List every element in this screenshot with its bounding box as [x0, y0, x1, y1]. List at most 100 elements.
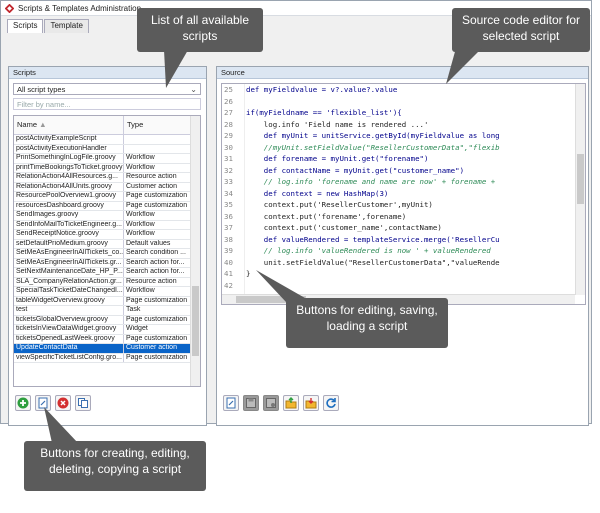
add-icon [17, 397, 29, 409]
window-title: Scripts & Templates Administration [18, 3, 142, 13]
name-filter-input[interactable]: Filter by name... [13, 98, 201, 110]
table-row[interactable]: SendInfoMailToTicketEngineer.g... Workflo… [14, 220, 200, 230]
table-row[interactable]: postActivityExecutionHandler [14, 144, 200, 154]
scripts-scrollbar-thumb[interactable] [192, 286, 199, 356]
table-row[interactable]: RelationAction4AllUnits.groovy Customer a… [14, 182, 200, 192]
script-type-cell: Workflow [126, 154, 155, 161]
table-row[interactable]: SetNextMaintenanceDate_HP_P... Search act… [14, 268, 200, 278]
script-name-cell: SLA_CompanyRelationAction.gr... [14, 277, 124, 286]
scripts-table-header: Name ▲ Type [14, 116, 200, 135]
code-line: def context = new HashMap(3) [246, 188, 389, 198]
script-name-cell: RelationAction4AllResources.g... [14, 173, 124, 182]
table-row[interactable]: SendReceiptNotice.groovy Workflow [14, 230, 200, 240]
line-number: 30 [224, 142, 233, 152]
script-name-cell: ticketsOpenedLastWeek.groovy [14, 334, 124, 343]
line-number: 40 [224, 257, 233, 267]
column-header-type[interactable]: Type [124, 116, 192, 134]
script-type-cell: Workflow [126, 230, 155, 237]
script-name-cell: viewSpecificTicketListConfig.gro... [14, 353, 124, 362]
line-number: 26 [224, 96, 233, 106]
table-row[interactable]: setDefaultPrioMedium.groovy Default value… [14, 239, 200, 249]
save-as-button[interactable] [263, 395, 279, 411]
table-row[interactable]: printTimeBookingsToTicket.groovy Workflow [14, 163, 200, 173]
script-name-cell: PrintSomethingInLogFile.groovy [14, 154, 124, 163]
code-line: def myFieldvalue = v?.value?.value [246, 85, 398, 94]
table-row[interactable]: UpdateContactData Customer action [14, 344, 200, 354]
chevron-down-icon: ⌄ [190, 85, 197, 94]
line-number: 36 [224, 211, 233, 221]
callout-script-list-pointer [164, 50, 188, 88]
table-row[interactable]: test Task [14, 306, 200, 316]
line-number: 32 [224, 165, 233, 175]
callout-editor-buttons-pointer [256, 270, 312, 302]
script-name-cell: ResourcePoolOverview1.groovy [14, 192, 124, 201]
script-name-cell: setDefaultPrioMedium.groovy [14, 239, 124, 248]
script-type-cell: Resource action [126, 277, 177, 285]
callout-script-list: List of all available scripts [137, 8, 263, 52]
code-line: //myUnit.setFieldValue("ResellerCustomer… [246, 142, 500, 152]
script-type-cell: Workflow [126, 287, 155, 294]
new-script-button[interactable] [15, 395, 31, 411]
table-row[interactable]: RelationAction4AllResources.g... Resource… [14, 173, 200, 183]
script-type-cell: Widget [126, 325, 148, 332]
table-row[interactable]: ResourcePoolOverview1.groovy Page customi… [14, 192, 200, 202]
script-type-cell: Default values [126, 239, 171, 247]
line-number: 37 [224, 223, 233, 232]
script-type-cell: Search condition ... [126, 249, 186, 256]
load-script-button[interactable] [283, 395, 299, 411]
code-line: context.put('forename',forename) [246, 211, 407, 221]
scripts-table-body: postActivityExampleScript postActivityExe… [14, 135, 200, 363]
table-row[interactable]: SendImages.groovy Workflow [14, 211, 200, 221]
table-row[interactable]: tableWidgetOverview.groovy Page customiza… [14, 296, 200, 306]
table-row[interactable]: SLA_CompanyRelationAction.gr... Resource … [14, 277, 200, 287]
callout-source-editor-pointer [446, 48, 482, 84]
save-as-icon [266, 398, 276, 408]
script-type-cell: Workflow [126, 163, 155, 171]
save-button[interactable] [243, 395, 259, 411]
line-number: 39 [224, 246, 233, 255]
folder-open-icon [285, 397, 297, 409]
tab-template[interactable]: Template [44, 19, 89, 33]
table-row[interactable]: viewSpecificTicketListConfig.gro... Page … [14, 353, 200, 363]
line-number-gutter: 25262728293031323334353637383940414243 [222, 84, 245, 301]
line-number: 42 [224, 280, 233, 290]
script-name-cell: SetMeAsEngineerInAllTickets_co... [16, 249, 124, 258]
table-row[interactable]: PrintSomethingInLogFile.groovy Workflow [14, 154, 200, 164]
line-number: 41 [224, 269, 233, 278]
edit-source-button[interactable] [223, 395, 239, 411]
source-panel-header: Source [217, 67, 588, 79]
script-type-value: All script types [17, 85, 66, 94]
script-type-cell: Workflow [126, 220, 155, 228]
script-type-cell: Page customization [126, 201, 188, 209]
table-row[interactable]: SetMeAsEngineerInAllTickets_co... Search … [14, 249, 200, 259]
code-line: def myUnit = unitService.getById(myField… [246, 131, 500, 140]
scripts-scrollbar[interactable] [190, 116, 200, 386]
script-name-cell: ticketsGlobalOverview.groovy [14, 315, 124, 324]
table-row[interactable]: resourcesDashboard.groovy Page customizat… [14, 201, 200, 211]
callout-crud-buttons: Buttons for creating, editing, deleting,… [24, 441, 206, 491]
code-area[interactable]: def myFieldvalue = v?.value?.value if(myF… [246, 84, 575, 295]
script-name-cell: SendInfoMailToTicketEngineer.g... [14, 220, 124, 229]
editor-buttons [223, 395, 339, 411]
refresh-icon [326, 398, 336, 408]
code-line: unit.setFieldValue("ResellerCustomerData… [246, 257, 500, 267]
refresh-button[interactable] [323, 395, 339, 411]
scripts-panel: Scripts All script types ⌄ Filter by nam… [8, 66, 207, 426]
script-name-cell: postActivityExecutionHandler [14, 144, 124, 153]
table-row[interactable]: SetMeAsEngineerInAllTickets.gr... Search … [14, 258, 200, 268]
editor-vertical-scrollbar[interactable] [575, 84, 585, 295]
table-row[interactable]: ticketsGlobalOverview.groovy Page customi… [14, 315, 200, 325]
script-name-cell: RelationAction4AllUnits.groovy [14, 182, 124, 191]
editor-vscroll-thumb[interactable] [577, 154, 584, 204]
table-row[interactable]: ticketsOpenedLastWeek.groovy Page customi… [14, 334, 200, 344]
column-header-name[interactable]: Name ▲ [14, 116, 124, 134]
table-row[interactable]: ticketsInViewDataWidget.groovy Widget [14, 325, 200, 335]
table-row[interactable]: postActivityExampleScript [14, 135, 200, 145]
table-row[interactable]: SpecialTaskTicketDateChangedI... Workflow [14, 287, 200, 297]
script-type-cell: Page customization [126, 334, 188, 342]
import-script-button[interactable] [303, 395, 319, 411]
tab-scripts[interactable]: Scripts [7, 19, 44, 33]
script-name-cell: SendImages.groovy [14, 211, 124, 220]
line-number: 33 [224, 177, 233, 186]
